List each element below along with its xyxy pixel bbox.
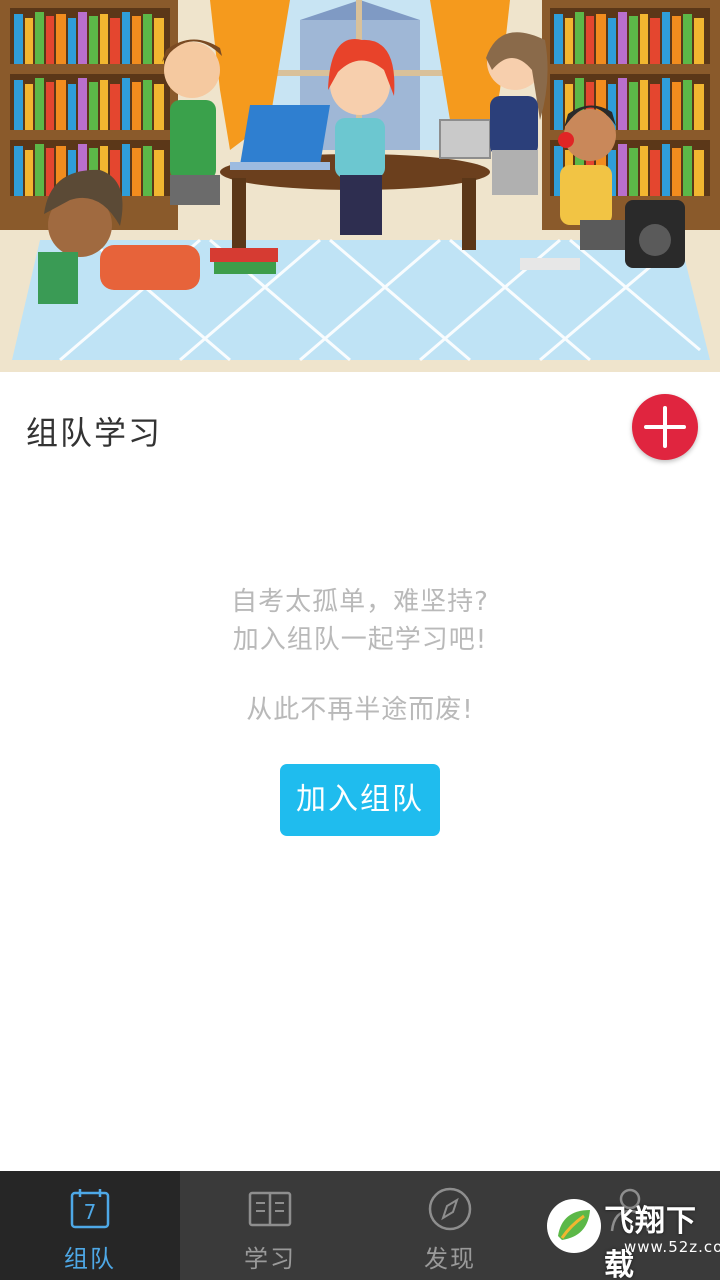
empty-line-3: 从此不再半途而废! (246, 695, 474, 725)
plus-icon (644, 406, 686, 448)
empty-line-1: 自考太孤单，难坚持? (231, 587, 489, 617)
tab-study[interactable]: 学习 (180, 1171, 360, 1280)
banner-illustration (0, 0, 720, 372)
book-icon (248, 1191, 292, 1227)
tab-team[interactable]: 7 组队 (0, 1171, 180, 1280)
watermark-url: www.52z.com (624, 1238, 720, 1256)
calendar-icon: 7 (70, 1189, 110, 1229)
page-title: 组队学习 (26, 414, 163, 452)
watermark: 飞翔下载 www.52z.com (540, 1192, 720, 1280)
empty-state-message: 自考太孤单，难坚持? 加入组队一起学习吧! 从此不再半途而废! (0, 583, 720, 729)
compass-icon (428, 1187, 472, 1231)
tab-discover[interactable]: 发现 (360, 1171, 540, 1280)
section-header: 组队学习 (0, 372, 720, 482)
add-group-button[interactable] (632, 394, 698, 460)
join-group-button[interactable]: 加入组队 (280, 764, 440, 836)
calendar-day: 7 (84, 1200, 97, 1224)
tab-label: 组队 (64, 1245, 116, 1273)
leaf-logo-icon (547, 1199, 601, 1253)
tab-label: 学习 (244, 1245, 296, 1273)
empty-line-2: 加入组队一起学习吧! (232, 625, 488, 655)
tab-label: 发现 (424, 1245, 476, 1273)
